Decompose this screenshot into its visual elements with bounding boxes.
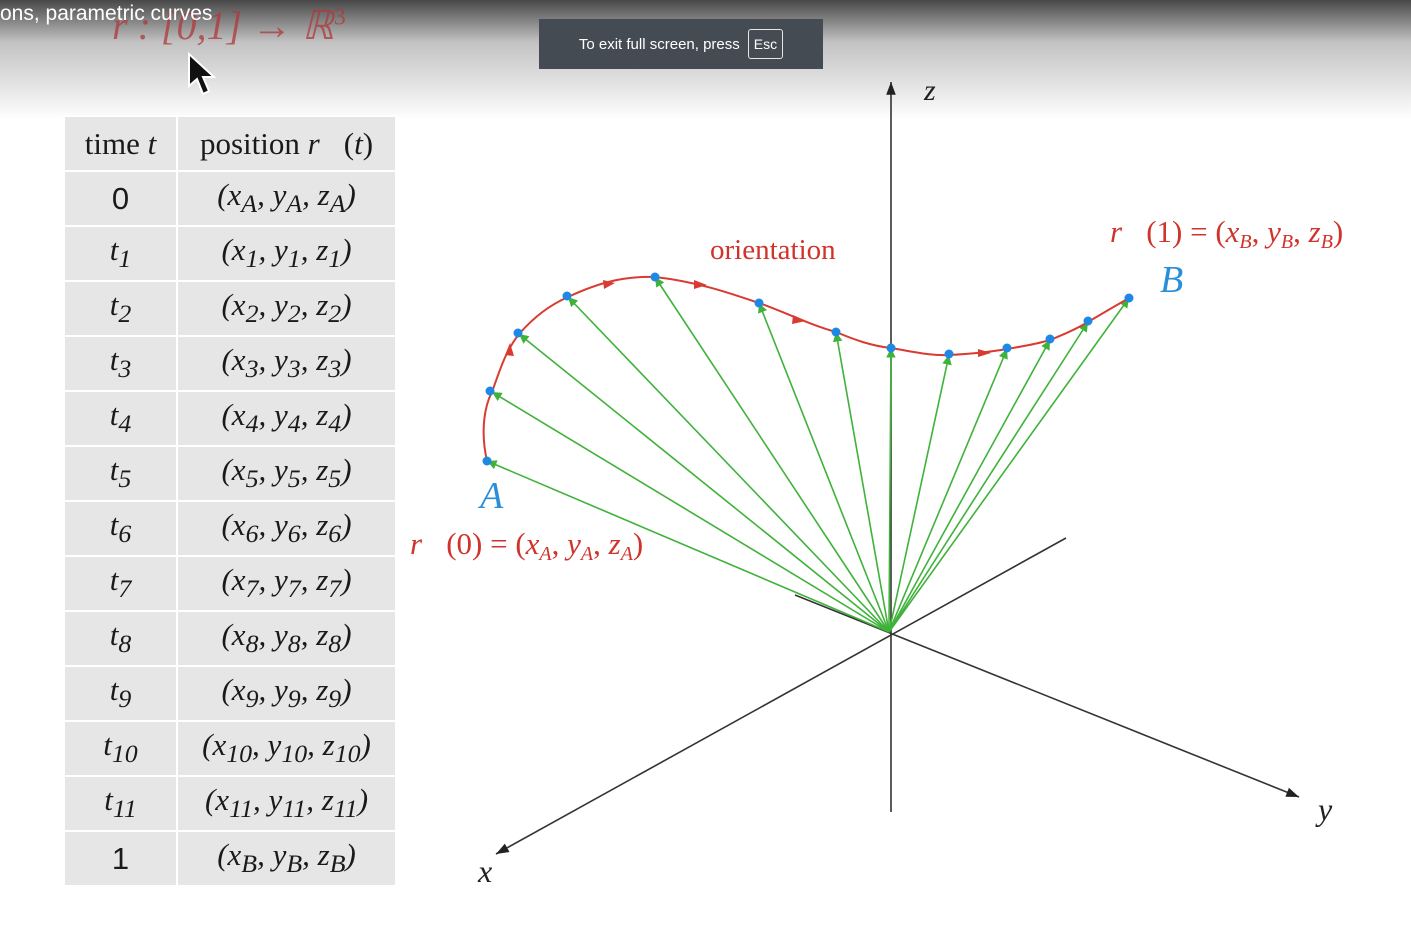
position-vector bbox=[491, 391, 890, 633]
position-vector bbox=[758, 302, 890, 633]
curve-point bbox=[886, 343, 896, 353]
curve-point bbox=[485, 386, 495, 396]
curve-point bbox=[1083, 316, 1093, 326]
position-vector bbox=[888, 339, 1051, 633]
curve-point bbox=[650, 272, 660, 282]
curve-point bbox=[944, 349, 954, 359]
curve-point bbox=[562, 291, 572, 301]
orientation-arrow bbox=[978, 349, 991, 357]
curve-point bbox=[831, 327, 841, 337]
curve-point bbox=[1124, 293, 1134, 303]
position-vector bbox=[654, 276, 890, 633]
position-vectors bbox=[486, 276, 1130, 633]
point-a-label: A bbox=[477, 475, 504, 517]
orientation-label: orientation bbox=[710, 234, 836, 266]
position-vector bbox=[567, 296, 890, 633]
curve-point bbox=[1002, 343, 1012, 353]
curve-points bbox=[482, 272, 1134, 466]
point-b-label: B bbox=[1160, 259, 1183, 301]
r1-label: r⃗(1) = (xB, yB, zB) bbox=[1110, 214, 1343, 253]
y-axis bbox=[794, 594, 1300, 798]
position-vector bbox=[888, 321, 1089, 633]
curve-point bbox=[1045, 334, 1055, 344]
position-vector bbox=[888, 348, 1008, 633]
curve-point bbox=[754, 298, 764, 308]
position-vector bbox=[518, 333, 890, 633]
z-axis-label: z bbox=[923, 74, 936, 107]
orientation-arrow bbox=[694, 280, 707, 289]
parametric-curve-diagram: z x y orientation A B r⃗(0) = (xA, yA, z… bbox=[410, 74, 1343, 889]
position-vector bbox=[832, 331, 890, 633]
orientation-arrow bbox=[792, 315, 806, 324]
x-axis-label: x bbox=[477, 853, 492, 889]
y-axis-label: y bbox=[1315, 791, 1333, 827]
curve-point bbox=[482, 456, 492, 466]
curve-point bbox=[513, 328, 523, 338]
r0-label: r⃗(0) = (xA, yA, zA) bbox=[410, 526, 643, 565]
